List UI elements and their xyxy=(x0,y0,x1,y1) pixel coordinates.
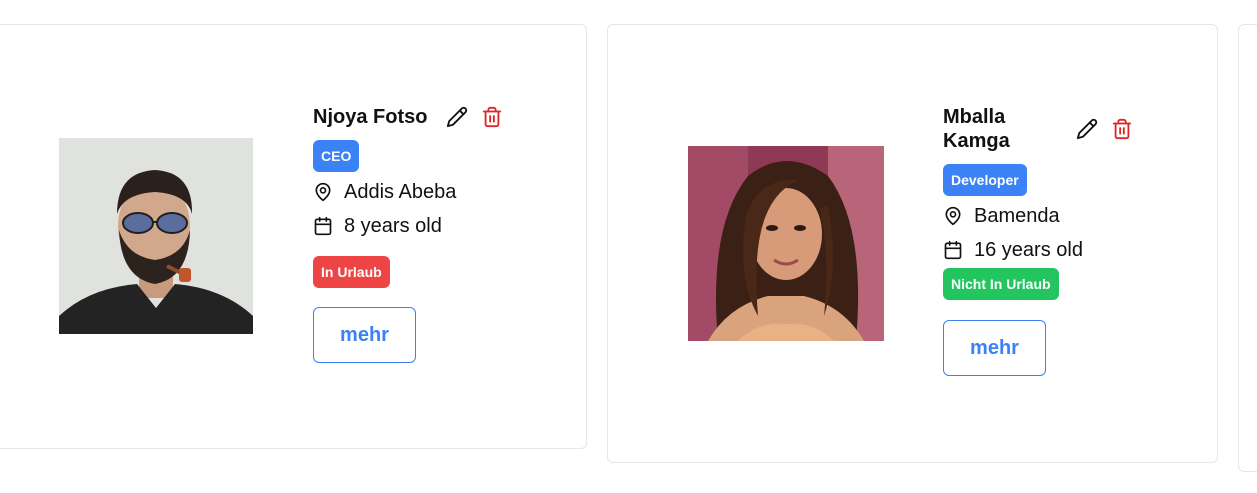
map-pin-icon xyxy=(943,206,963,226)
age-row: 8 years old xyxy=(313,212,573,240)
more-button[interactable]: mehr xyxy=(943,320,1046,376)
status-badge: Nicht In Urlaub xyxy=(943,268,1059,300)
map-pin-icon xyxy=(313,182,333,202)
employee-card: Mballa Kamga Developer Bamenda 16 years … xyxy=(607,24,1218,463)
calendar-icon xyxy=(313,216,333,236)
name-row: Njoya Fotso xyxy=(313,105,573,129)
role-badge: Developer xyxy=(943,164,1027,196)
trash-icon[interactable] xyxy=(480,105,504,129)
location-text: Addis Abeba xyxy=(344,181,457,203)
more-button[interactable]: mehr xyxy=(313,307,416,363)
calendar-icon xyxy=(943,240,963,260)
employee-photo xyxy=(59,138,253,334)
pencil-icon[interactable] xyxy=(445,105,469,129)
name-row: Mballa Kamga xyxy=(943,105,1203,153)
trash-icon[interactable] xyxy=(1110,117,1134,141)
pencil-icon[interactable] xyxy=(1075,117,1099,141)
age-text: 16 years old xyxy=(974,239,1083,261)
location-row: Addis Abeba xyxy=(313,178,573,206)
role-badge: CEO xyxy=(313,140,360,172)
employee-card xyxy=(1238,24,1257,472)
employee-name: Mballa Kamga xyxy=(943,106,1010,152)
employee-card: Njoya Fotso CEO Addis Abeba 8 years old … xyxy=(0,24,587,449)
location-text: Bamenda xyxy=(974,205,1060,227)
age-row: 16 years old xyxy=(943,236,1203,264)
status-badge: In Urlaub xyxy=(313,256,390,288)
employee-name: Njoya Fotso xyxy=(313,106,428,128)
employee-photo xyxy=(688,146,884,341)
age-text: 8 years old xyxy=(344,215,442,237)
location-row: Bamenda xyxy=(943,202,1203,230)
